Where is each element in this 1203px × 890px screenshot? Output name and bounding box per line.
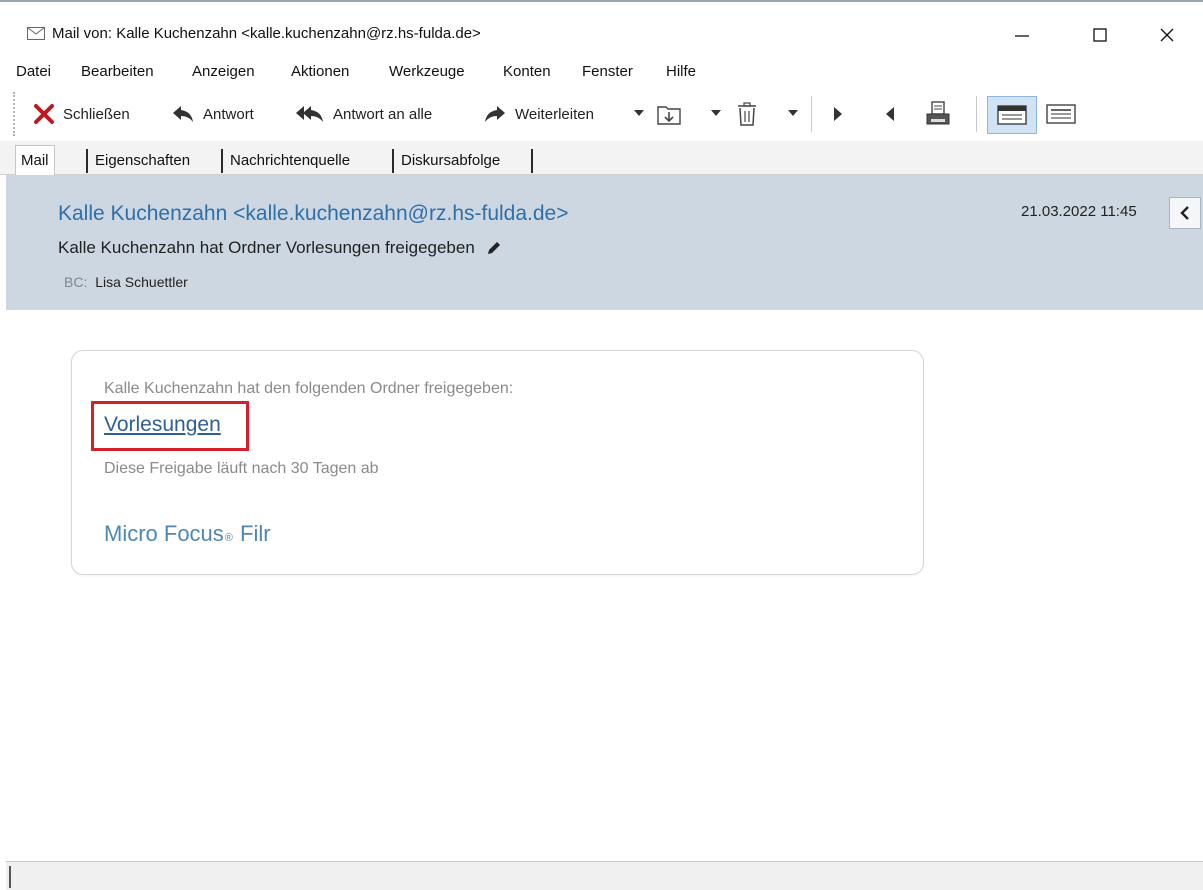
reply-all-button[interactable]: Antwort an alle [295,98,432,130]
toolbar-separator [811,96,812,132]
brand-logo-text: Micro Focus® Filr [104,521,271,547]
minimize-icon [1015,35,1029,37]
trash-icon [738,102,756,126]
view-mode-1-button[interactable] [987,96,1037,134]
menu-werkzeuge[interactable]: Werkzeuge [389,63,465,80]
tab-nachrichtenquelle[interactable]: Nachrichtenquelle [225,145,355,175]
close-message-button[interactable]: Schließen [33,98,130,130]
sender-address[interactable]: Kalle Kuchenzahn <kalle.kuchenzahn@rz.hs… [58,202,568,226]
message-date: 21.03.2022 11:45 [1021,203,1137,220]
window-top-border [0,0,1203,2]
menu-hilfe[interactable]: Hilfe [666,63,696,80]
forward-label: Weiterleiten [515,105,594,123]
menu-fenster[interactable]: Fenster [582,63,633,80]
menu-aktionen[interactable]: Aktionen [291,63,349,80]
maximize-icon [1093,28,1107,42]
message-header: Kalle Kuchenzahn <kalle.kuchenzahn@rz.hs… [6,175,1203,310]
bc-recipient[interactable]: Lisa Schuettler [95,274,188,290]
minimize-button[interactable] [1002,18,1042,52]
brand-name: Micro Focus [104,521,224,546]
envelope-icon [27,27,45,40]
brand-registered-mark: ® [224,532,233,544]
reply-label: Antwort [203,105,254,123]
tab-divider [86,149,88,173]
view-mode-2-button[interactable] [1046,98,1076,130]
tab-divider [392,149,394,173]
previous-message-button[interactable] [883,98,897,130]
pencil-icon[interactable] [485,239,503,257]
bc-recipients: BC: Lisa Schuettler [64,274,188,290]
previous-icon [886,107,894,121]
tab-mail[interactable]: Mail [15,145,55,176]
share-expiry-text: Diese Freigabe läuft nach 30 Tagen ab [104,460,379,477]
print-button[interactable] [924,98,952,130]
tab-divider [221,149,223,173]
close-window-button[interactable] [1147,18,1187,52]
tab-diskursabfolge[interactable]: Diskursabfolge [396,145,505,175]
message-tabs: Mail Eigenschaften Nachrichtenquelle Dis… [0,141,1203,176]
subject-text: Kalle Kuchenzahn hat Ordner Vorlesungen … [58,238,475,257]
forward-dropdown-arrow[interactable] [634,110,644,116]
tab-eigenschaften[interactable]: Eigenschaften [90,145,195,175]
close-message-label: Schließen [63,105,130,123]
status-bar [6,861,1203,890]
save-to-folder-button[interactable] [655,98,683,130]
menu-konten[interactable]: Konten [503,63,551,80]
title-bar: Mail von: Kalle Kuchenzahn <kalle.kuchen… [0,4,1203,56]
toolbar-grip[interactable] [13,92,15,136]
share-notification-card: Kalle Kuchenzahn hat den folgenden Ordne… [71,350,924,575]
close-icon [1160,28,1174,42]
message-subject: Kalle Kuchenzahn hat Ordner Vorlesungen … [58,238,503,258]
menu-bearbeiten[interactable]: Bearbeiten [81,63,154,80]
delete-dropdown-arrow[interactable] [788,110,798,116]
reply-button[interactable]: Antwort [171,98,254,130]
chevron-left-icon [1180,206,1189,220]
delete-button[interactable] [735,98,759,130]
forward-button[interactable]: Weiterleiten [483,98,594,130]
folder-link[interactable]: Vorlesungen [104,413,221,437]
tab-divider [531,149,533,173]
view-mode-2-icon [1046,104,1076,124]
menu-anzeigen[interactable]: Anzeigen [192,63,255,80]
maximize-button[interactable] [1080,18,1120,52]
collapse-header-button[interactable] [1169,197,1201,229]
brand-product: Filr [233,521,271,546]
toolbar: Schließen Antwort Antwort an alle Weiter… [0,88,1203,140]
bc-label: BC: [64,274,88,290]
menu-datei[interactable]: Datei [16,63,51,80]
print-icon [926,101,950,125]
save-dropdown-arrow[interactable] [711,110,721,116]
reply-all-label: Antwort an alle [333,105,433,123]
share-intro-text: Kalle Kuchenzahn hat den folgenden Ordne… [104,380,514,397]
view-mode-1-icon [997,105,1027,125]
forward-icon [485,106,505,122]
toolbar-separator-2 [976,96,977,132]
save-to-folder-icon [657,106,681,125]
close-x-icon [34,104,54,124]
next-icon [834,107,842,121]
next-message-button[interactable] [831,98,845,130]
reply-icon [173,106,193,122]
window-title: Mail von: Kalle Kuchenzahn <kalle.kuchen… [52,25,481,42]
menu-bar: Datei Bearbeiten Anzeigen Aktionen Werkz… [0,58,1203,86]
status-bar-grip [9,866,11,888]
reply-all-icon [296,106,323,122]
